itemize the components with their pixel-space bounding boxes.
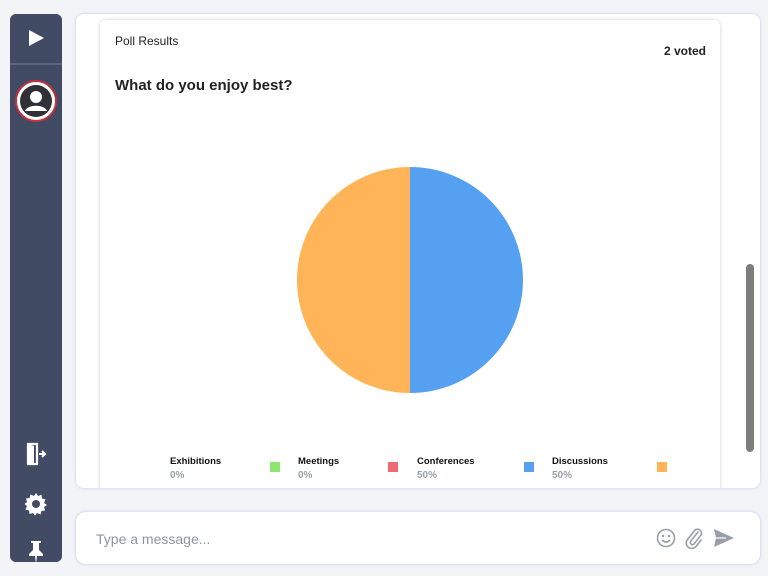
paperclip-icon [685,528,703,549]
scrollbar-thumb[interactable] [746,264,754,452]
poll-vote-count: 2 voted [663,44,706,58]
legend-label: Exhibitions [170,456,222,467]
legend-percent: 50% [417,470,438,481]
send-icon [714,529,734,547]
legend-label: Discussions [552,456,608,467]
legend-label: Conferences [417,456,475,467]
pie-chart-svg [297,167,523,393]
exit-button[interactable] [10,438,62,470]
legend-label: Meetings [298,456,340,467]
message-input-bar [76,512,760,564]
legend-percent: 0% [170,470,185,481]
poll-results-card: Poll Results 2 voted What do you enjoy b… [100,20,720,488]
legend-entry-meetings: Meetings 0% [298,456,339,481]
sidebar-divider [10,63,62,65]
pin-icon [29,541,43,564]
message-input[interactable] [94,526,634,552]
poll-pie-chart [296,166,524,394]
send-button[interactable] [710,526,738,550]
chat-panel: Poll Results 2 voted What do you enjoy b… [76,14,760,488]
legend-entry-exhibitions: Exhibitions 0% [170,456,221,481]
legend-swatch-conferences [524,462,534,472]
legend-entry-discussions: Discussions 50% [552,456,608,481]
legend-entry-conferences: Conferences 50% [417,456,475,481]
legend-swatch-exhibitions [270,462,280,472]
user-avatar[interactable] [15,80,57,122]
poll-legend: Exhibitions 0% Meetings 0% Conferences 5… [170,456,690,488]
poll-question: What do you enjoy best? [115,77,293,94]
play-button[interactable] [10,14,62,62]
settings-button[interactable] [10,488,62,520]
legend-percent: 50% [552,470,573,481]
sidebar [10,14,62,564]
emoji-button[interactable] [654,526,678,550]
exit-door-icon [26,442,47,466]
emoji-icon [656,528,676,548]
pie-slice-discussions [297,167,410,393]
legend-swatch-meetings [388,462,398,472]
legend-swatch-discussions [657,462,667,472]
legend-percent: 0% [298,470,313,481]
poll-header: Poll Results [115,34,179,48]
play-icon [29,30,44,46]
user-avatar-icon [17,82,55,120]
pin-button[interactable] [10,536,62,568]
scrollbar-track[interactable] [746,18,754,466]
pie-slice-conferences [410,167,523,393]
gear-icon [24,493,47,516]
attach-button[interactable] [682,526,706,550]
